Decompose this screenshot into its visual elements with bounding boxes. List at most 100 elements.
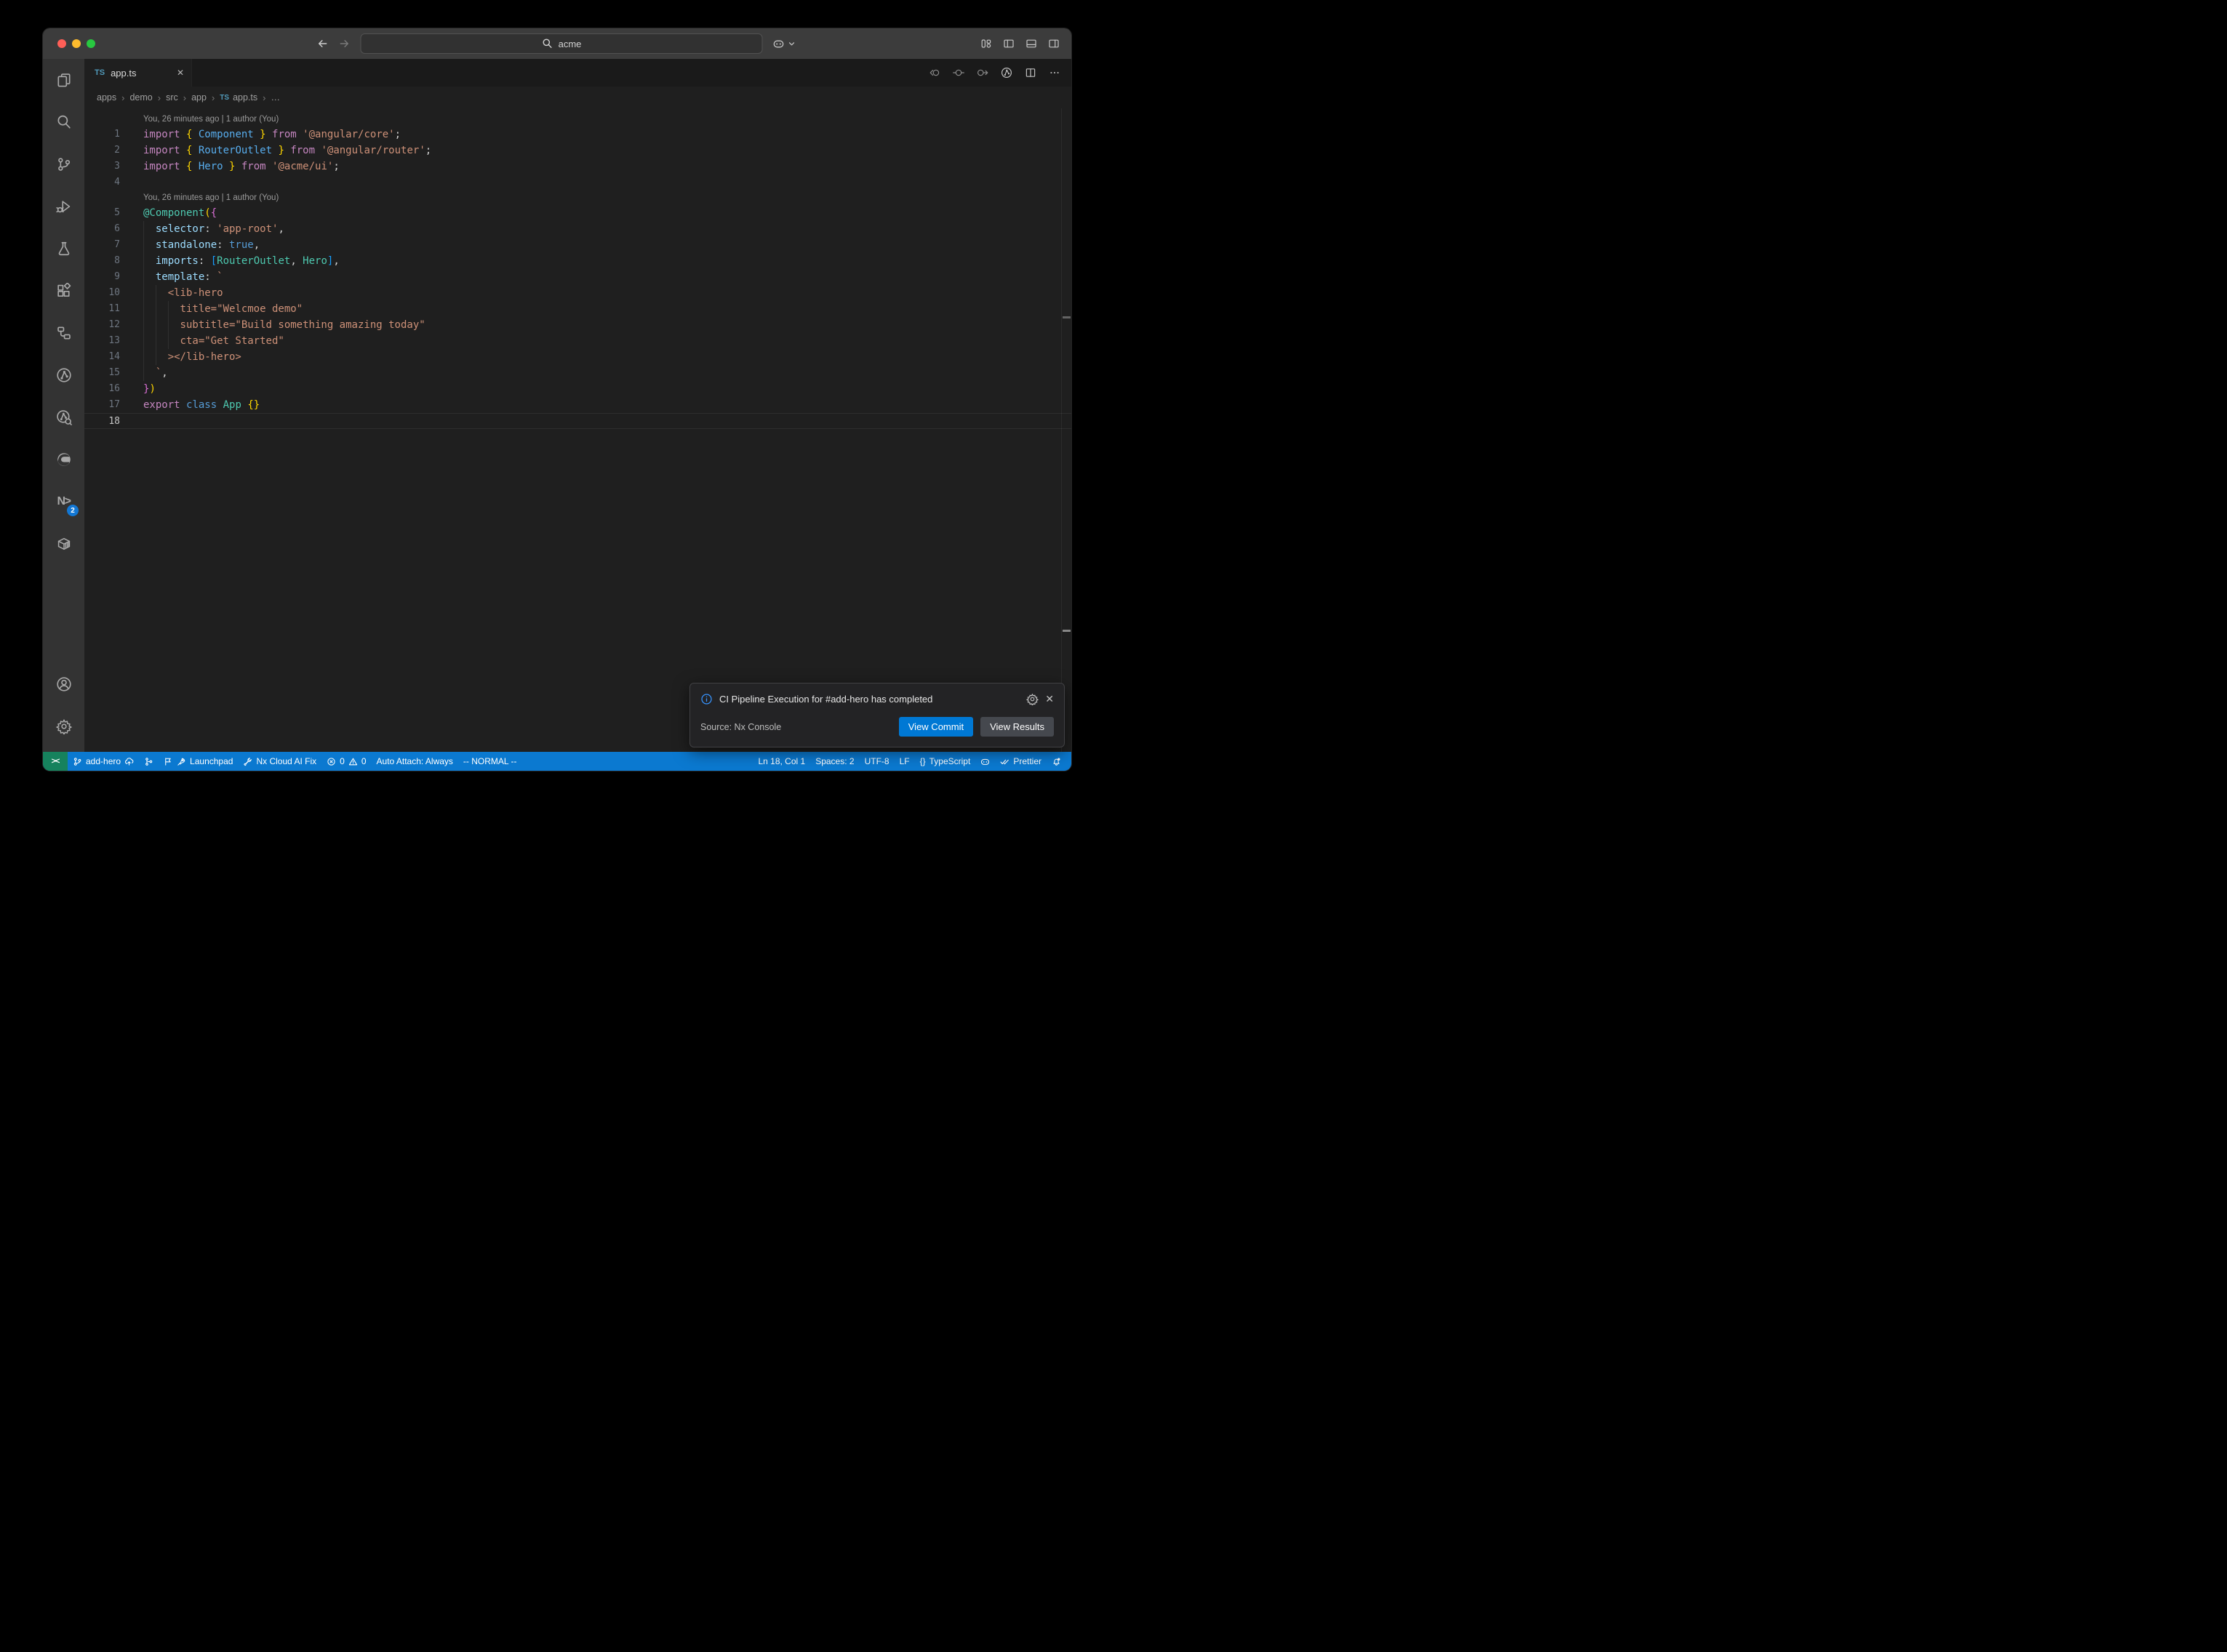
commit-graph-icon — [144, 757, 153, 766]
status-item-gitlens-launchpad[interactable]: Launchpad — [159, 752, 238, 771]
status-item-notifications-bell[interactable] — [1047, 752, 1066, 771]
activity-bottom — [43, 663, 84, 752]
activity-item-extensions[interactable] — [43, 270, 84, 312]
open-next-change-icon[interactable] — [977, 67, 988, 79]
activity-item-containers[interactable] — [43, 523, 84, 565]
activity-badge: 2 — [67, 505, 79, 516]
traffic-zoom-button[interactable] — [87, 39, 95, 48]
view-results-button[interactable]: View Results — [980, 717, 1054, 737]
code-line-2[interactable]: 2import { RouterOutlet } from '@angular/… — [84, 143, 1071, 159]
status-item-prettier[interactable]: Prettier — [995, 752, 1047, 771]
breadcrumb-item-[interactable]: … — [271, 92, 280, 103]
notification-gear-icon[interactable] — [1026, 693, 1039, 705]
breadcrumb-item-app[interactable]: app — [191, 92, 207, 103]
status-item-vim-mode[interactable]: -- NORMAL -- — [458, 752, 522, 771]
more-actions-icon[interactable] — [1049, 67, 1060, 79]
status-item-problems[interactable]: 00 — [321, 752, 371, 771]
status-item-nx-cloud-ai-fix[interactable]: Nx Cloud AI Fix — [238, 752, 321, 771]
gutter-spacer — [120, 143, 143, 159]
toggle-secondary-sidebar-icon[interactable] — [1048, 38, 1060, 49]
forward-button[interactable] — [339, 38, 351, 49]
activity-item-nx-console[interactable]: N>2 — [43, 481, 84, 523]
tab-app-ts[interactable]: TS app.ts ✕ — [84, 59, 192, 87]
activity-item-source-control[interactable] — [43, 143, 84, 185]
split-editor-icon[interactable] — [1025, 67, 1036, 79]
code-line-17[interactable]: 17export class App {} — [84, 397, 1071, 413]
code-editor[interactable]: You, 26 minutes ago | 1 author (You)1imp… — [84, 108, 1071, 752]
status-item-indentation[interactable]: Spaces: 2 — [810, 752, 859, 771]
notification-buttons: View Commit View Results — [899, 717, 1054, 737]
activity-item-nx-graph[interactable] — [43, 354, 84, 396]
code-line-10[interactable]: 10<lib-hero — [84, 285, 1071, 301]
customize-layout-icon[interactable] — [980, 38, 992, 49]
command-center-search[interactable]: acme — [361, 33, 763, 54]
breadcrumb-item-demo[interactable]: demo — [129, 92, 152, 103]
activity-item-edge-devtools[interactable] — [43, 438, 84, 481]
code-line-7[interactable]: 7standalone: true, — [84, 237, 1071, 253]
code-text: standalone: true, — [143, 237, 260, 253]
activity-item-manage-settings[interactable] — [43, 705, 84, 747]
code-line-16[interactable]: 16}) — [84, 381, 1071, 397]
scrollbar[interactable] — [1061, 108, 1071, 752]
notification-body: Source: Nx Console View CommitView Resul… — [690, 710, 1064, 747]
code-line-6[interactable]: 6selector: 'app-root', — [84, 221, 1071, 237]
tab-close-icon[interactable]: ✕ — [177, 68, 184, 78]
status-text: Prettier — [1013, 756, 1041, 766]
traffic-close-button[interactable] — [57, 39, 66, 48]
traffic-minimize-button[interactable] — [72, 39, 81, 48]
activity-item-references-hierarchy[interactable] — [43, 312, 84, 354]
back-button[interactable] — [317, 38, 329, 49]
code-line-18[interactable]: 18 — [84, 413, 1071, 429]
gutter-spacer — [120, 127, 143, 143]
gutter-spacer — [120, 414, 143, 428]
breadcrumb-item-src[interactable]: src — [166, 92, 178, 103]
code-line-4[interactable]: 4 — [84, 175, 1071, 191]
status-item-gitlens-commit-graph[interactable] — [139, 752, 159, 771]
code-line-9[interactable]: 9template: ` — [84, 269, 1071, 285]
gutter-spacer — [120, 159, 143, 175]
view-commit-button[interactable]: View Commit — [899, 717, 973, 737]
open-changes-icon[interactable] — [953, 67, 964, 79]
activity-item-nx-graph-search[interactable] — [43, 396, 84, 438]
line-number: 14 — [84, 349, 120, 365]
activity-item-accounts[interactable] — [43, 663, 84, 705]
breadcrumb-label: demo — [129, 92, 152, 103]
code-line-12[interactable]: 12subtitle="Build something amazing toda… — [84, 317, 1071, 333]
notification-close-icon[interactable]: ✕ — [1045, 693, 1054, 705]
code-line-13[interactable]: 13cta="Get Started" — [84, 333, 1071, 349]
code-line-3[interactable]: 3import { Hero } from '@acme/ui'; — [84, 159, 1071, 175]
status-item-git-branch-publish[interactable]: add-hero — [68, 752, 139, 771]
activity-item-run-and-debug[interactable] — [43, 185, 84, 228]
activity-item-search[interactable] — [43, 101, 84, 143]
breadcrumb-item-appts[interactable]: TSapp.ts — [220, 92, 257, 103]
status-item-copilot-status[interactable] — [975, 752, 995, 771]
activity-item-testing[interactable] — [43, 228, 84, 270]
code-line-15[interactable]: 15`, — [84, 365, 1071, 381]
activity-item-explorer[interactable] — [43, 59, 84, 101]
code-line-5[interactable]: 5@Component({ — [84, 205, 1071, 221]
code-line-14[interactable]: 14></lib-hero> — [84, 349, 1071, 365]
status-item-auto-attach[interactable]: Auto Attach: Always — [372, 752, 458, 771]
line-number: 12 — [84, 317, 120, 333]
codelens-blame[interactable]: You, 26 minutes ago | 1 author (You) — [84, 191, 1071, 205]
breadcrumb-item-apps[interactable]: apps — [97, 92, 116, 103]
account-icon — [56, 676, 72, 692]
codelens-blame[interactable]: You, 26 minutes ago | 1 author (You) — [84, 112, 1071, 127]
overview-ruler-mark — [1063, 316, 1071, 318]
status-item-cursor-position[interactable]: Ln 18, Col 1 — [753, 752, 810, 771]
toggle-panel-icon[interactable] — [1025, 38, 1037, 49]
open-previous-change-icon[interactable] — [929, 67, 940, 79]
status-item-remote-indicator[interactable]: >< — [43, 752, 68, 771]
copilot-menu[interactable] — [773, 38, 798, 49]
status-item-end-of-line[interactable]: LF — [895, 752, 915, 771]
code-text: cta="Get Started" — [143, 333, 284, 349]
breadcrumb-separator: › — [212, 92, 215, 103]
code-line-1[interactable]: 1import { Component } from '@angular/cor… — [84, 127, 1071, 143]
status-item-language-mode[interactable]: {}TypeScript — [915, 752, 976, 771]
toggle-primary-sidebar-icon[interactable] — [1003, 38, 1015, 49]
hierarchy-icon — [56, 325, 72, 341]
status-item-encoding[interactable]: UTF-8 — [860, 752, 895, 771]
nx-graph-file-icon[interactable] — [1001, 67, 1012, 79]
code-line-11[interactable]: 11title="Welcmoe demo" — [84, 301, 1071, 317]
code-line-8[interactable]: 8imports: [RouterOutlet, Hero], — [84, 253, 1071, 269]
